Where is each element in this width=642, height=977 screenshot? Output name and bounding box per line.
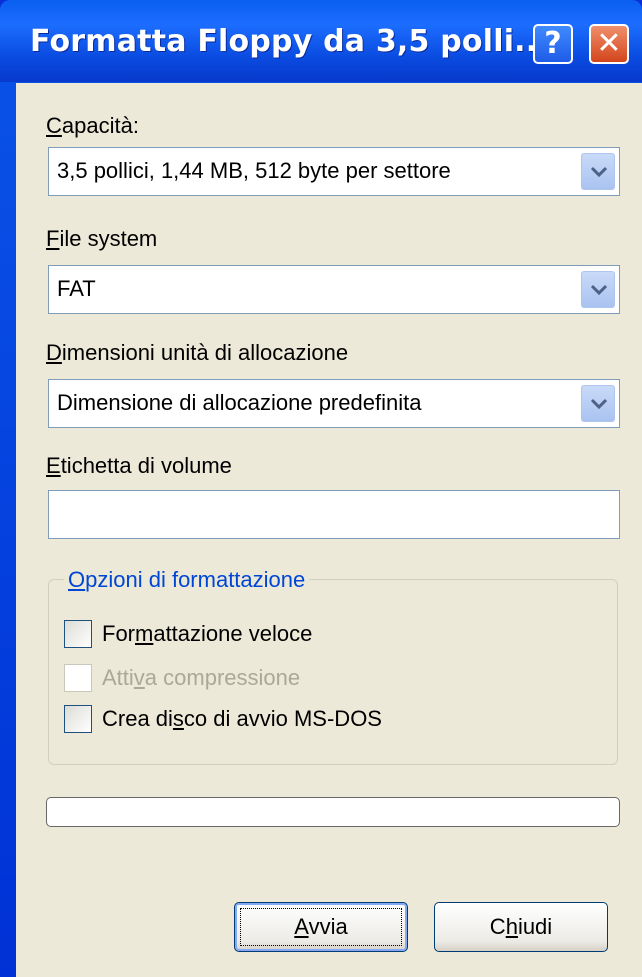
capacity-dropdown-button[interactable]: [581, 153, 615, 190]
volume-label-text: tichetta di volume: [60, 453, 232, 478]
format-options-title: Opzioni di formattazione: [64, 567, 310, 593]
boot-disk-checkbox[interactable]: [64, 705, 92, 733]
quick-format-label-post: attazione veloce: [153, 621, 313, 646]
file-system-select-value: FAT: [57, 276, 96, 301]
close-button-text-pre: C: [489, 914, 506, 939]
format-progress-bar: [46, 797, 620, 827]
file-system-label-text: ile system: [59, 226, 158, 251]
close-button[interactable]: Chiudi: [434, 902, 608, 952]
format-options-accesskey: O: [68, 567, 86, 592]
dialog-window: Formatta Floppy da 3,5 polli... ? ✕ Capa…: [0, 0, 642, 977]
close-icon: ✕: [596, 26, 622, 61]
allocation-label-text: imensioni unità di allocazione: [61, 340, 349, 365]
volume-label-caption: Etichetta di volume: [46, 453, 232, 479]
close-button-text: iudi: [517, 914, 553, 939]
capacity-select-value: 3,5 pollici, 1,44 MB, 512 byte per setto…: [57, 158, 451, 183]
quick-format-label: Formattazione veloce: [102, 621, 312, 647]
title-bar[interactable]: Formatta Floppy da 3,5 polli... ? ✕: [0, 0, 642, 82]
file-system-dropdown-button[interactable]: [581, 271, 615, 308]
allocation-label: Dimensioni unità di allocazione: [46, 340, 348, 366]
boot-disk-label-pre: Crea di: [102, 706, 173, 731]
volume-label-input[interactable]: [48, 490, 620, 539]
file-system-select[interactable]: FAT: [48, 265, 620, 314]
allocation-select[interactable]: Dimensione di allocazione predefinita: [48, 379, 620, 428]
allocation-select-value: Dimensione di allocazione predefinita: [57, 390, 422, 415]
compression-label-post: a compressione: [144, 665, 301, 690]
question-mark-icon: ?: [544, 26, 562, 61]
capacity-label: Capacità:: [46, 113, 139, 139]
dialog-body: Capacità: 3,5 pollici, 1,44 MB, 512 byte…: [16, 83, 642, 977]
help-button[interactable]: ?: [533, 24, 573, 64]
chevron-down-icon: [591, 166, 607, 178]
volume-label-accesskey: E: [46, 453, 61, 478]
close-window-button[interactable]: ✕: [589, 24, 629, 64]
allocation-dropdown-button[interactable]: [581, 385, 615, 422]
close-button-accesskey: h: [505, 914, 518, 939]
close-button-label: Chiudi: [490, 914, 552, 939]
chevron-down-icon: [591, 398, 607, 410]
focus-rectangle: [240, 908, 402, 946]
chevron-down-icon: [591, 284, 607, 296]
start-button[interactable]: Avvia: [234, 902, 408, 952]
boot-disk-label-post: co di avvio MS-DOS: [183, 706, 382, 731]
compression-label-pre: Atti: [102, 665, 134, 690]
boot-disk-accesskey: s: [172, 706, 184, 731]
capacity-select[interactable]: 3,5 pollici, 1,44 MB, 512 byte per setto…: [48, 147, 620, 196]
capacity-label-accesskey: C: [46, 113, 62, 138]
compression-accesskey: v: [133, 665, 145, 690]
allocation-label-accesskey: D: [46, 340, 62, 365]
compression-label: Attiva compressione: [102, 665, 300, 691]
format-options-title-text: pzioni di formattazione: [85, 567, 306, 592]
compression-checkbox: [64, 664, 92, 692]
quick-format-accesskey: m: [135, 621, 154, 646]
quick-format-checkbox[interactable]: [64, 620, 92, 648]
file-system-label: File system: [46, 226, 157, 252]
file-system-label-accesskey: F: [46, 226, 60, 251]
capacity-label-text: apacità:: [61, 113, 139, 138]
window-title: Formatta Floppy da 3,5 polli...: [30, 24, 549, 59]
quick-format-label-pre: For: [102, 621, 135, 646]
boot-disk-label: Crea disco di avvio MS-DOS: [102, 706, 382, 732]
